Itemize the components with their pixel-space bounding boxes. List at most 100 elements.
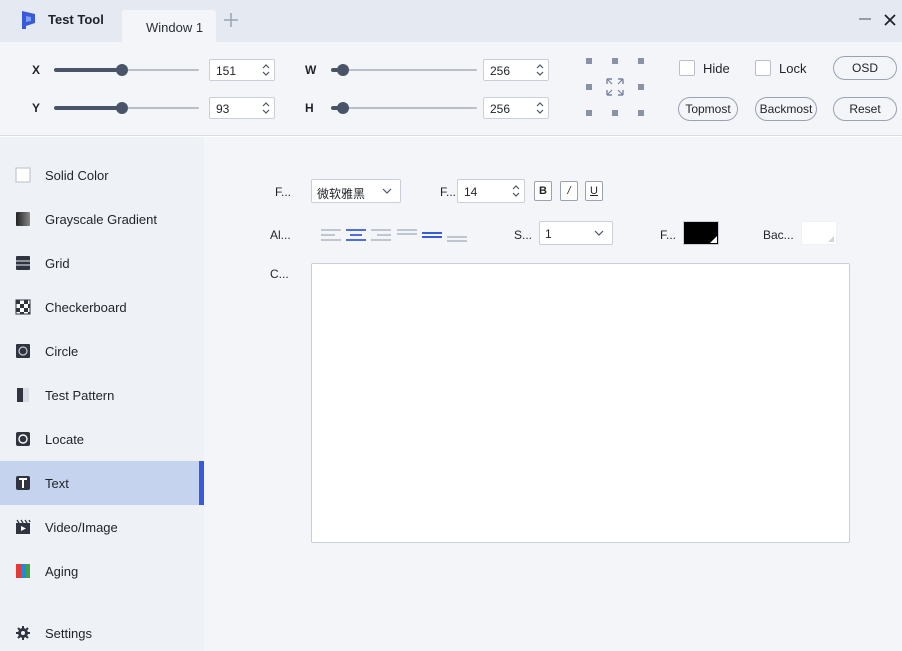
sidebar-item-video-image[interactable]: Video/Image bbox=[0, 505, 204, 549]
tab-window-1[interactable]: Window 1 bbox=[122, 10, 216, 42]
video-icon bbox=[16, 519, 31, 534]
gear-icon bbox=[16, 626, 30, 640]
y-label: Y bbox=[32, 101, 41, 115]
font-label: F... bbox=[275, 185, 292, 199]
sidebar-item-grid[interactable]: Grid bbox=[0, 241, 204, 285]
font-value: 微软雅黑 bbox=[317, 187, 366, 201]
sidebar-item-grayscale-gradient[interactable]: Grayscale Gradient bbox=[0, 197, 204, 241]
x-slider-knob[interactable] bbox=[116, 64, 129, 76]
hide-label: Hide bbox=[703, 60, 730, 76]
grid-icon bbox=[16, 256, 30, 270]
tab-label: Window 1 bbox=[146, 20, 204, 35]
topmost-button[interactable]: Topmost bbox=[678, 97, 738, 121]
checkerboard-icon bbox=[15, 299, 31, 315]
sidebar: Solid Color Grayscale Gradient Grid Chec… bbox=[0, 137, 204, 651]
sidebar-item-label: Checkerboard bbox=[45, 299, 127, 315]
sidebar-item-label: Video/Image bbox=[45, 519, 118, 535]
aging-icon bbox=[16, 564, 30, 578]
backmost-button[interactable]: Backmost bbox=[755, 97, 817, 121]
sidebar-item-label: Locate bbox=[45, 431, 85, 447]
align-center-icon[interactable] bbox=[345, 228, 367, 242]
lock-checkbox[interactable]: Lock bbox=[755, 60, 806, 76]
y-slider-knob[interactable] bbox=[116, 102, 129, 114]
sidebar-item-settings[interactable]: Settings bbox=[0, 611, 204, 651]
underline-button[interactable]: U bbox=[585, 181, 603, 201]
corner-grip-icon bbox=[828, 236, 834, 242]
spin-arrows-icon[interactable] bbox=[536, 101, 544, 115]
w-slider[interactable] bbox=[331, 63, 477, 77]
content-label: C... bbox=[270, 267, 289, 281]
spin-arrows-icon[interactable] bbox=[262, 101, 270, 115]
sidebar-item-aging[interactable]: Aging bbox=[0, 549, 204, 593]
align-bottom-icon[interactable] bbox=[446, 228, 468, 242]
fore-color-swatch[interactable] bbox=[683, 221, 719, 245]
italic-button[interactable]: / bbox=[560, 181, 578, 201]
osd-button[interactable]: OSD bbox=[833, 56, 897, 80]
sidebar-item-solid-color[interactable]: Solid Color bbox=[0, 153, 204, 197]
spin-arrows-icon[interactable] bbox=[262, 63, 270, 77]
sidebar-item-label: Grayscale Gradient bbox=[45, 211, 157, 227]
chevron-down-icon bbox=[594, 230, 604, 236]
spacing-select[interactable]: 1 bbox=[539, 221, 613, 245]
x-label: X bbox=[32, 63, 41, 77]
sidebar-item-label: Aging bbox=[45, 563, 79, 579]
x-slider[interactable] bbox=[54, 63, 199, 77]
sidebar-item-checkerboard[interactable]: Checkerboard bbox=[0, 285, 204, 329]
sidebar-item-locate[interactable]: Locate bbox=[0, 417, 204, 461]
text-settings-panel: F... 微软雅黑 F... 14 B / U Al... S... 1 F..… bbox=[204, 137, 902, 651]
content-textarea[interactable] bbox=[311, 263, 850, 543]
y-spinbox[interactable]: 93 bbox=[209, 97, 275, 119]
y-value: 93 bbox=[216, 102, 230, 116]
add-tab-icon[interactable] bbox=[222, 11, 240, 29]
position-grid-icon[interactable] bbox=[584, 54, 646, 126]
font-size-spinbox[interactable]: 14 bbox=[457, 179, 525, 203]
w-label: W bbox=[305, 63, 317, 77]
locate-icon bbox=[16, 432, 30, 446]
w-spinbox[interactable]: 256 bbox=[483, 59, 549, 81]
spin-arrows-icon[interactable] bbox=[512, 184, 520, 198]
align-right-icon[interactable] bbox=[370, 228, 392, 242]
geometry-controls: X 151 W 256 Y 93 H 256 Hide Lock OSD Top… bbox=[0, 42, 902, 136]
sidebar-item-test-pattern[interactable]: Test Pattern bbox=[0, 373, 204, 417]
minimize-icon[interactable] bbox=[857, 11, 873, 27]
w-slider-knob[interactable] bbox=[336, 64, 349, 76]
hide-checkbox[interactable]: Hide bbox=[679, 60, 730, 76]
align-left-icon[interactable] bbox=[320, 228, 342, 242]
x-value: 151 bbox=[216, 64, 237, 78]
bold-button[interactable]: B bbox=[534, 181, 552, 201]
reset-button[interactable]: Reset bbox=[833, 97, 897, 121]
font-size-label: F... bbox=[440, 185, 457, 199]
solid-color-icon bbox=[15, 167, 31, 183]
font-select[interactable]: 微软雅黑 bbox=[311, 179, 401, 203]
spacing-label: S... bbox=[514, 228, 533, 242]
lock-checkbox-box[interactable] bbox=[755, 60, 771, 76]
chevron-down-icon bbox=[382, 188, 392, 194]
lock-label: Lock bbox=[779, 60, 807, 76]
sidebar-item-label: Text bbox=[45, 475, 69, 491]
circle-icon bbox=[16, 344, 30, 358]
y-slider[interactable] bbox=[54, 101, 199, 115]
gradient-icon bbox=[16, 212, 30, 226]
spacing-value: 1 bbox=[545, 227, 552, 241]
fore-color-label: F... bbox=[660, 228, 677, 242]
sidebar-item-circle[interactable]: Circle bbox=[0, 329, 204, 373]
spin-arrows-icon[interactable] bbox=[536, 63, 544, 77]
back-color-label: Bac... bbox=[763, 228, 794, 242]
sidebar-item-text[interactable]: Text bbox=[0, 461, 204, 505]
sidebar-item-label: Test Pattern bbox=[45, 387, 115, 403]
h-spinbox[interactable]: 256 bbox=[483, 97, 549, 119]
text-icon bbox=[16, 476, 30, 490]
h-slider[interactable] bbox=[331, 101, 477, 115]
sidebar-item-label: Settings bbox=[45, 625, 92, 641]
h-label: H bbox=[305, 101, 314, 115]
align-middle-icon[interactable] bbox=[421, 228, 443, 242]
h-slider-knob[interactable] bbox=[336, 102, 349, 114]
hide-checkbox-box[interactable] bbox=[679, 60, 695, 76]
sidebar-item-label: Circle bbox=[45, 343, 79, 359]
h-value: 256 bbox=[490, 102, 511, 116]
x-spinbox[interactable]: 151 bbox=[209, 59, 275, 81]
close-icon[interactable] bbox=[882, 12, 898, 28]
back-color-swatch[interactable] bbox=[801, 221, 837, 245]
w-value: 256 bbox=[490, 64, 511, 78]
align-top-icon[interactable] bbox=[396, 228, 418, 242]
